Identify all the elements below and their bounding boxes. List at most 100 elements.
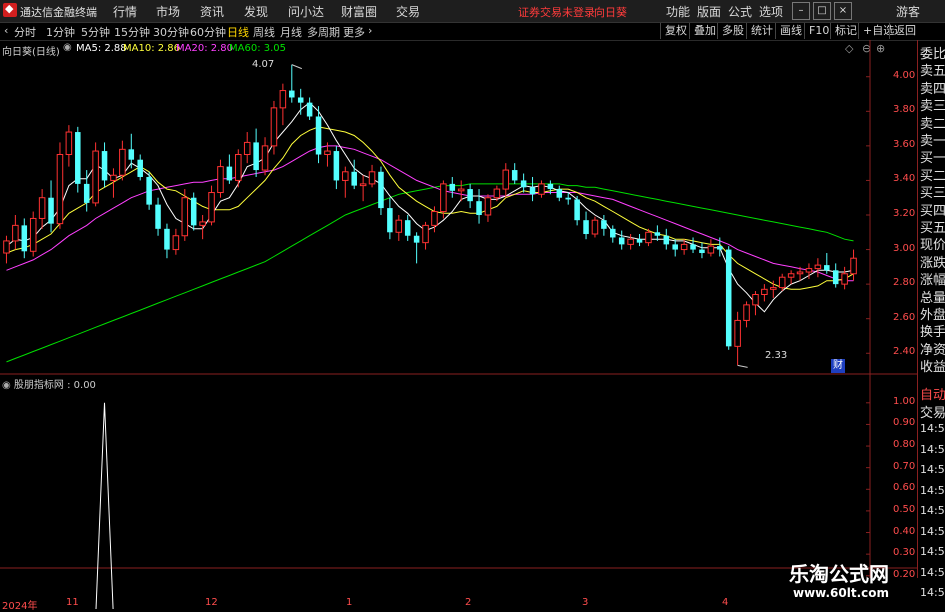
- candle-body: [279, 90, 287, 109]
- menu-gongneng[interactable]: 功能: [666, 3, 690, 20]
- menu-xuanxiang[interactable]: 选项: [759, 3, 783, 20]
- maximize-button[interactable]: □: [813, 2, 831, 20]
- tab-5min[interactable]: 5分钟: [81, 24, 110, 40]
- candle-body: [690, 244, 696, 250]
- candle-body: [520, 180, 527, 188]
- menu-bar: ◆ 通达信金融终端 行情 市场 资讯 发现 问小达 财富圈 交易 证券交易未登录…: [0, 0, 945, 23]
- menu-zixun[interactable]: 资讯: [200, 3, 224, 20]
- candle-body: [359, 183, 367, 187]
- candle-body: [289, 90, 295, 98]
- tab-1min[interactable]: 1分钟: [46, 24, 75, 40]
- candle-body: [119, 148, 126, 176]
- more-arrow-icon[interactable]: ›: [368, 24, 372, 37]
- quote-field-label[interactable]: 买四: [920, 200, 945, 219]
- menu-shichang[interactable]: 市场: [156, 3, 180, 20]
- fuquan-button[interactable]: 复权: [660, 23, 691, 39]
- quote-field-label[interactable]: 卖四: [920, 78, 945, 97]
- indicator-toggle-icon[interactable]: ◉: [2, 380, 11, 391]
- quote-field-label[interactable]: 净资: [920, 339, 945, 358]
- annotations-group: [291, 64, 748, 368]
- app-title: 通达信金融终端: [20, 6, 97, 19]
- x-label-dec: 12: [205, 597, 218, 608]
- tongji-button[interactable]: 统计: [746, 23, 777, 39]
- candle-body: [306, 102, 313, 117]
- candlestick-chart[interactable]: [0, 40, 917, 609]
- indicator-tick-label: 0.80: [893, 439, 916, 451]
- diejia-button[interactable]: 叠加: [689, 23, 720, 39]
- tick-time: 14:56: [920, 504, 945, 517]
- candle-body: [484, 197, 492, 216]
- menu-wenxiaoda[interactable]: 问小达: [288, 3, 324, 20]
- quote-field-label[interactable]: 卖三: [920, 95, 945, 114]
- back-button[interactable]: 返回: [889, 23, 920, 39]
- tab-weekly[interactable]: 周线: [253, 24, 275, 40]
- quote-field-label[interactable]: 买三: [920, 182, 945, 201]
- quote-field-label[interactable]: 现价: [920, 234, 945, 253]
- candle-body: [83, 183, 90, 203]
- candle-body: [368, 171, 376, 185]
- quote-field-label[interactable]: 总量: [920, 287, 945, 306]
- menu-banmian[interactable]: 版面: [697, 3, 721, 20]
- candle-body: [351, 171, 357, 186]
- chevron-left-icon[interactable]: ‹: [4, 24, 8, 37]
- quote-field-label[interactable]: 涨幅: [920, 269, 945, 288]
- candle-body: [778, 276, 786, 289]
- tab-monthly[interactable]: 月线: [280, 24, 302, 40]
- quote-field-label[interactable]: 收益: [920, 356, 945, 375]
- quote-field-label[interactable]: 卖一: [920, 130, 945, 149]
- trade-tab[interactable]: 交易: [920, 402, 945, 421]
- candle-body: [65, 131, 73, 156]
- candle-body: [29, 217, 37, 252]
- quote-field-label[interactable]: 外盘: [920, 304, 945, 323]
- close-button[interactable]: ×: [834, 2, 852, 20]
- tab-daily[interactable]: 日线: [227, 24, 249, 40]
- biaoji-button[interactable]: 标记: [830, 23, 861, 39]
- quote-field-label[interactable]: 换手: [920, 321, 945, 340]
- quote-field-label[interactable]: 委比: [920, 43, 945, 62]
- menu-faxian[interactable]: 发现: [244, 3, 268, 20]
- huaxian-button[interactable]: 画线: [775, 23, 806, 39]
- minimize-button[interactable]: –: [792, 2, 810, 20]
- candle-body: [707, 245, 715, 254]
- candle-body: [128, 149, 135, 160]
- menu-jiaoyi[interactable]: 交易: [396, 3, 420, 20]
- menu-caifuquan[interactable]: 财富圈: [341, 3, 377, 20]
- quote-field-label[interactable]: 涨跌: [920, 252, 945, 271]
- finance-badge[interactable]: 财: [831, 359, 845, 373]
- quote-field-label[interactable]: 买一: [920, 147, 945, 166]
- candle-body: [770, 287, 777, 290]
- candle-body: [333, 151, 340, 181]
- menu-gongshi[interactable]: 公式: [728, 3, 752, 20]
- candle-body: [413, 235, 420, 243]
- candle-body: [538, 183, 545, 195]
- quote-field-label[interactable]: 卖二: [920, 113, 945, 132]
- tab-60min[interactable]: 60分钟: [190, 24, 226, 40]
- trade-login-warning[interactable]: 证券交易未登录: [518, 4, 595, 20]
- auto-tab[interactable]: 自动: [920, 384, 945, 403]
- quote-field-label[interactable]: 买五: [920, 217, 945, 236]
- candle-body: [787, 273, 795, 278]
- indicator-tick-label: 0.60: [893, 482, 916, 494]
- quote-field-label[interactable]: 买二: [920, 165, 945, 184]
- quote-field-label[interactable]: 卖五: [920, 60, 945, 79]
- candle-body: [315, 116, 322, 155]
- indicator-tick-label: 0.70: [893, 460, 916, 472]
- guest-user[interactable]: 游客: [896, 3, 920, 20]
- candle-body: [832, 270, 839, 285]
- f10-button[interactable]: F10: [804, 23, 833, 39]
- duogu-button[interactable]: 多股: [717, 23, 748, 39]
- tab-fenshi[interactable]: 分时: [14, 24, 36, 40]
- tab-15min[interactable]: 15分钟: [114, 24, 150, 40]
- candle-body: [493, 188, 501, 199]
- tab-multi-period[interactable]: 多周期: [307, 24, 340, 40]
- indicator-title: ◉ 股朋指标网 : 0.00: [2, 376, 96, 391]
- candle-body: [395, 219, 403, 233]
- tab-more[interactable]: 更多: [343, 24, 365, 40]
- candle-body: [422, 224, 429, 244]
- candle-body: [591, 219, 599, 235]
- current-stock-name: 向日葵: [594, 6, 627, 19]
- price-tick-label: 3.20: [893, 208, 916, 219]
- menu-hangqing[interactable]: 行情: [113, 3, 137, 20]
- tab-30min[interactable]: 30分钟: [153, 24, 189, 40]
- tick-time: 14:56: [920, 524, 945, 538]
